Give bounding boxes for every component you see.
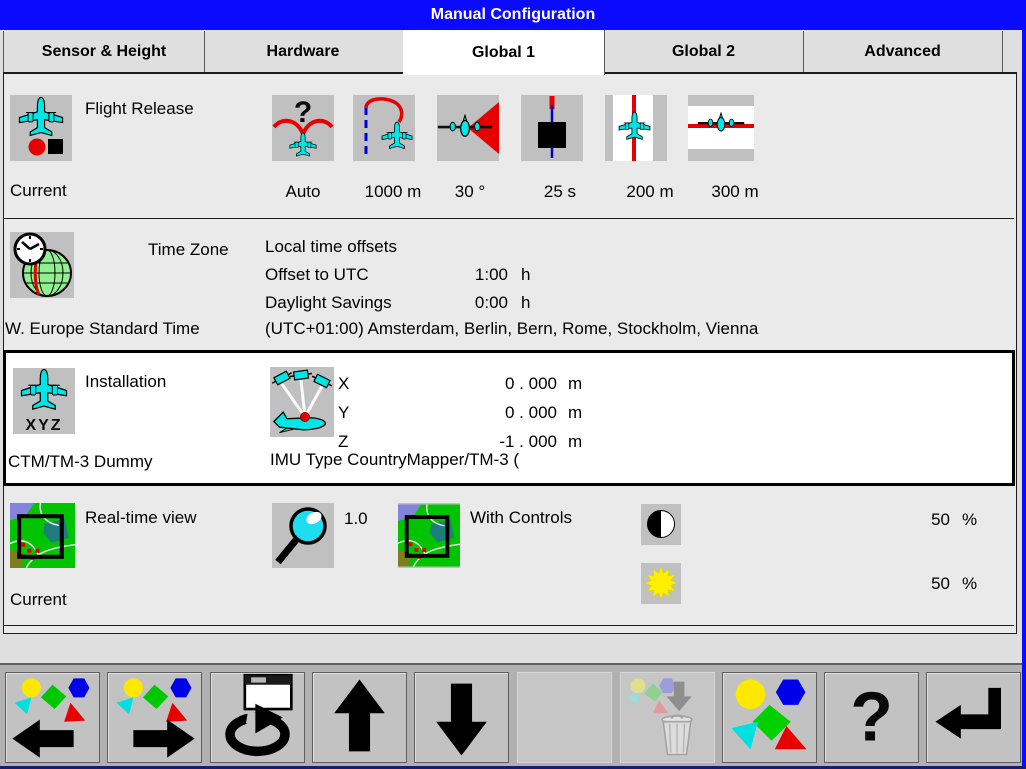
globe-clock-icon <box>13 232 72 297</box>
manual-configuration-window: Manual Configuration Sensor & Height Har… <box>0 0 1026 769</box>
local-time-offsets-heading: Local time offsets <box>265 237 397 256</box>
daylight-savings-unit: h <box>521 293 531 312</box>
daylight-savings-label: Daylight Savings <box>265 293 392 312</box>
field-of-view-icon <box>437 102 499 154</box>
turn-radius-icon <box>364 97 413 156</box>
toolbar-button-refresh-window[interactable] <box>210 672 305 763</box>
offset-utc-value: 1:00 <box>474 265 508 284</box>
toolbar-button-move-down[interactable] <box>414 672 509 763</box>
along-track-icon <box>688 106 754 149</box>
realtime-view-status: Current <box>10 590 67 609</box>
zoom-level-button[interactable] <box>272 503 334 568</box>
brightness-unit: % <box>962 574 978 593</box>
toolbar-button-move-up[interactable] <box>312 672 407 763</box>
map-view-icon <box>398 504 460 567</box>
daylight-savings-value: 0:00 <box>474 293 508 312</box>
arrow-down-icon <box>436 683 487 756</box>
shapes-arrow-left-icon <box>12 678 90 758</box>
brightness-button[interactable] <box>641 563 681 604</box>
auto-release-button[interactable]: ? <box>272 95 334 161</box>
offset-utc-unit: h <box>521 265 531 284</box>
lever-arm-x-unit: m <box>568 374 583 393</box>
magnifier-icon <box>275 507 327 565</box>
contrast-value: 50 <box>931 510 950 529</box>
svg-text:XYZ: XYZ <box>25 417 62 434</box>
lever-arm-x-axis: X <box>338 374 350 393</box>
arrow-up-icon <box>334 679 385 752</box>
row-separator <box>4 625 1014 626</box>
tab-global-2[interactable]: Global 2 <box>604 31 804 72</box>
tab-global-1[interactable]: Global 1 <box>403 30 605 75</box>
svg-text:?: ? <box>850 678 893 756</box>
view-mode-button[interactable] <box>398 503 460 568</box>
auto-release-icon: ? <box>272 96 334 157</box>
window-titlebar: Manual Configuration <box>0 0 1026 30</box>
lever-arm-button[interactable] <box>270 367 334 437</box>
imu-type-text: IMU Type CountryMapper/TM-3 ( <box>270 450 520 469</box>
map-view-icon <box>10 503 75 568</box>
enter-arrow-icon <box>935 687 1001 739</box>
contrast-button[interactable] <box>641 504 681 545</box>
tab-sensor-height[interactable]: Sensor & Height <box>3 31 205 72</box>
airplane-release-icon <box>18 96 64 156</box>
brightness-value: 50 <box>931 574 950 593</box>
time-zone-button[interactable] <box>10 232 74 298</box>
toolbar-button-enter[interactable] <box>926 672 1021 763</box>
across-track-icon <box>613 95 653 161</box>
zoom-level-value: 1.0 <box>344 509 368 528</box>
tab-advanced[interactable]: Advanced <box>803 31 1003 72</box>
toolbar-button-delete[interactable] <box>620 672 715 763</box>
tab-hardware[interactable]: Hardware <box>203 31 404 72</box>
airplane-xyz-icon: XYZ <box>20 368 68 434</box>
trash-icon <box>627 678 693 756</box>
lever-arm-y-unit: m <box>568 403 583 422</box>
lever-arm-x-value: 0 . 000 <box>505 374 557 393</box>
question-mark-icon: ? <box>850 678 893 756</box>
turn-radius-button[interactable] <box>353 95 415 161</box>
lever-arm-z-axis: Z <box>338 432 349 451</box>
contrast-unit: % <box>962 510 978 529</box>
lever-arm-y-value: 0 . 000 <box>505 403 557 422</box>
toolbar-button-shapes[interactable] <box>722 672 817 763</box>
realtime-view-button[interactable] <box>10 503 75 568</box>
window-redo-icon <box>225 673 293 757</box>
gps-lever-arm-icon <box>271 369 333 434</box>
toolbar-button-navigate-back[interactable] <box>5 672 100 763</box>
lever-arm-y-axis: Y <box>338 403 350 422</box>
installation-button[interactable]: XYZ <box>13 368 75 434</box>
brightness-sun-icon <box>644 566 678 600</box>
installation-title: Installation <box>85 372 167 391</box>
svg-text:?: ? <box>294 96 312 129</box>
installation-status: CTM/TM-3 Dummy <box>8 452 153 471</box>
time-zone-status: W. Europe Standard Time <box>5 319 200 338</box>
window-title: Manual Configuration <box>430 6 596 23</box>
realtime-view-title: Real-time view <box>85 508 197 527</box>
flight-release-status: Current <box>10 181 67 200</box>
shapes-arrow-right-icon <box>116 678 195 758</box>
toolbar-button-navigate-forward[interactable] <box>107 672 202 763</box>
lever-arm-z-unit: m <box>568 432 583 451</box>
across-track-button[interactable] <box>605 95 667 161</box>
toolbar-button-blank[interactable] <box>517 672 612 763</box>
release-interval-button[interactable] <box>521 95 583 161</box>
along-track-button[interactable] <box>688 95 754 161</box>
flight-release-button[interactable] <box>10 95 72 161</box>
contrast-icon <box>647 510 675 538</box>
view-mode-value: With Controls <box>470 508 573 527</box>
field-of-view-button[interactable] <box>437 95 499 161</box>
window-frame-right <box>1022 30 1026 766</box>
release-interval-icon <box>538 96 566 158</box>
along-track-value: 300 m <box>711 182 759 201</box>
lever-arm-z-value: -1 . 000 <box>499 432 557 451</box>
time-zone-description: (UTC+01:00) Amsterdam, Berlin, Bern, Rom… <box>265 319 759 338</box>
time-zone-title: Time Zone <box>148 240 229 259</box>
shapes-icon <box>731 679 807 750</box>
flight-release-title: Flight Release <box>85 99 194 118</box>
offset-utc-label: Offset to UTC <box>265 265 369 284</box>
toolbar-button-help[interactable]: ? <box>824 672 919 763</box>
